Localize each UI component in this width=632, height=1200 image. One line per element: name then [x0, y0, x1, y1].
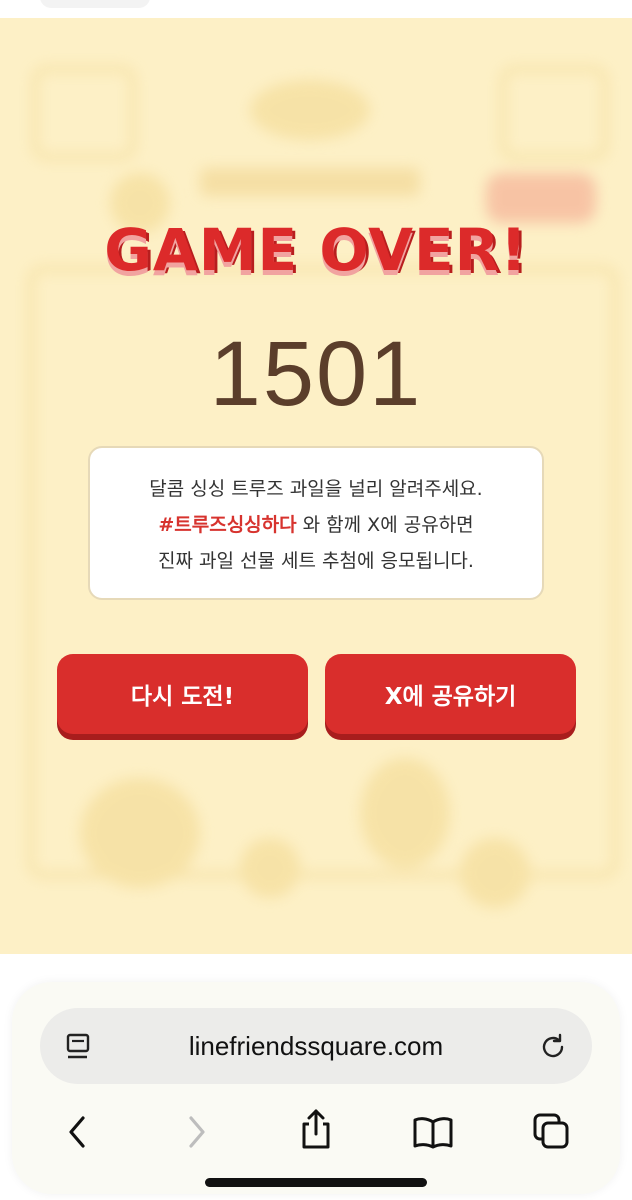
status-strip	[0, 0, 632, 18]
share-x-button-label: X에 공유하기	[384, 684, 517, 710]
reload-icon[interactable]	[536, 1030, 570, 1064]
address-bar[interactable]: linefriendssquare.com	[40, 1008, 592, 1084]
score-value: 1501	[209, 323, 423, 425]
hashtag: #트루즈싱싱하다	[158, 514, 297, 536]
home-indicator[interactable]	[205, 1178, 427, 1187]
message-line-2: #트루즈싱싱하다 와 함께 X에 공유하면	[90, 507, 542, 543]
tabs-icon[interactable]	[530, 1110, 572, 1152]
game-area: GAME OVER! 1501 달콤 싱싱 트루즈 과일을 널리 알려주세요. …	[0, 18, 632, 954]
message-line-3: 진짜 과일 선물 세트 추첨에 응모됩니다.	[158, 550, 474, 572]
message-line-1: 달콤 싱싱 트루즈 과일을 널리 알려주세요.	[149, 478, 483, 500]
share-x-button[interactable]: X에 공유하기	[325, 654, 576, 734]
share-icon[interactable]	[296, 1106, 336, 1152]
top-pill	[40, 0, 150, 8]
back-icon[interactable]	[60, 1112, 94, 1152]
url-text: linefriendssquare.com	[188, 1030, 444, 1061]
game-over-title: GAME OVER!	[104, 216, 528, 284]
forward-icon[interactable]	[180, 1112, 214, 1152]
retry-button-label: 다시 도전!	[130, 684, 235, 710]
reader-icon[interactable]	[62, 1030, 96, 1064]
retry-button[interactable]: 다시 도전!	[57, 654, 308, 734]
message-line-2-rest: 와 함께 X에 공유하면	[296, 514, 474, 536]
share-message-box: 달콤 싱싱 트루즈 과일을 널리 알려주세요. #트루즈싱싱하다 와 함께 X에…	[88, 446, 544, 600]
bookmarks-icon[interactable]	[410, 1112, 456, 1152]
